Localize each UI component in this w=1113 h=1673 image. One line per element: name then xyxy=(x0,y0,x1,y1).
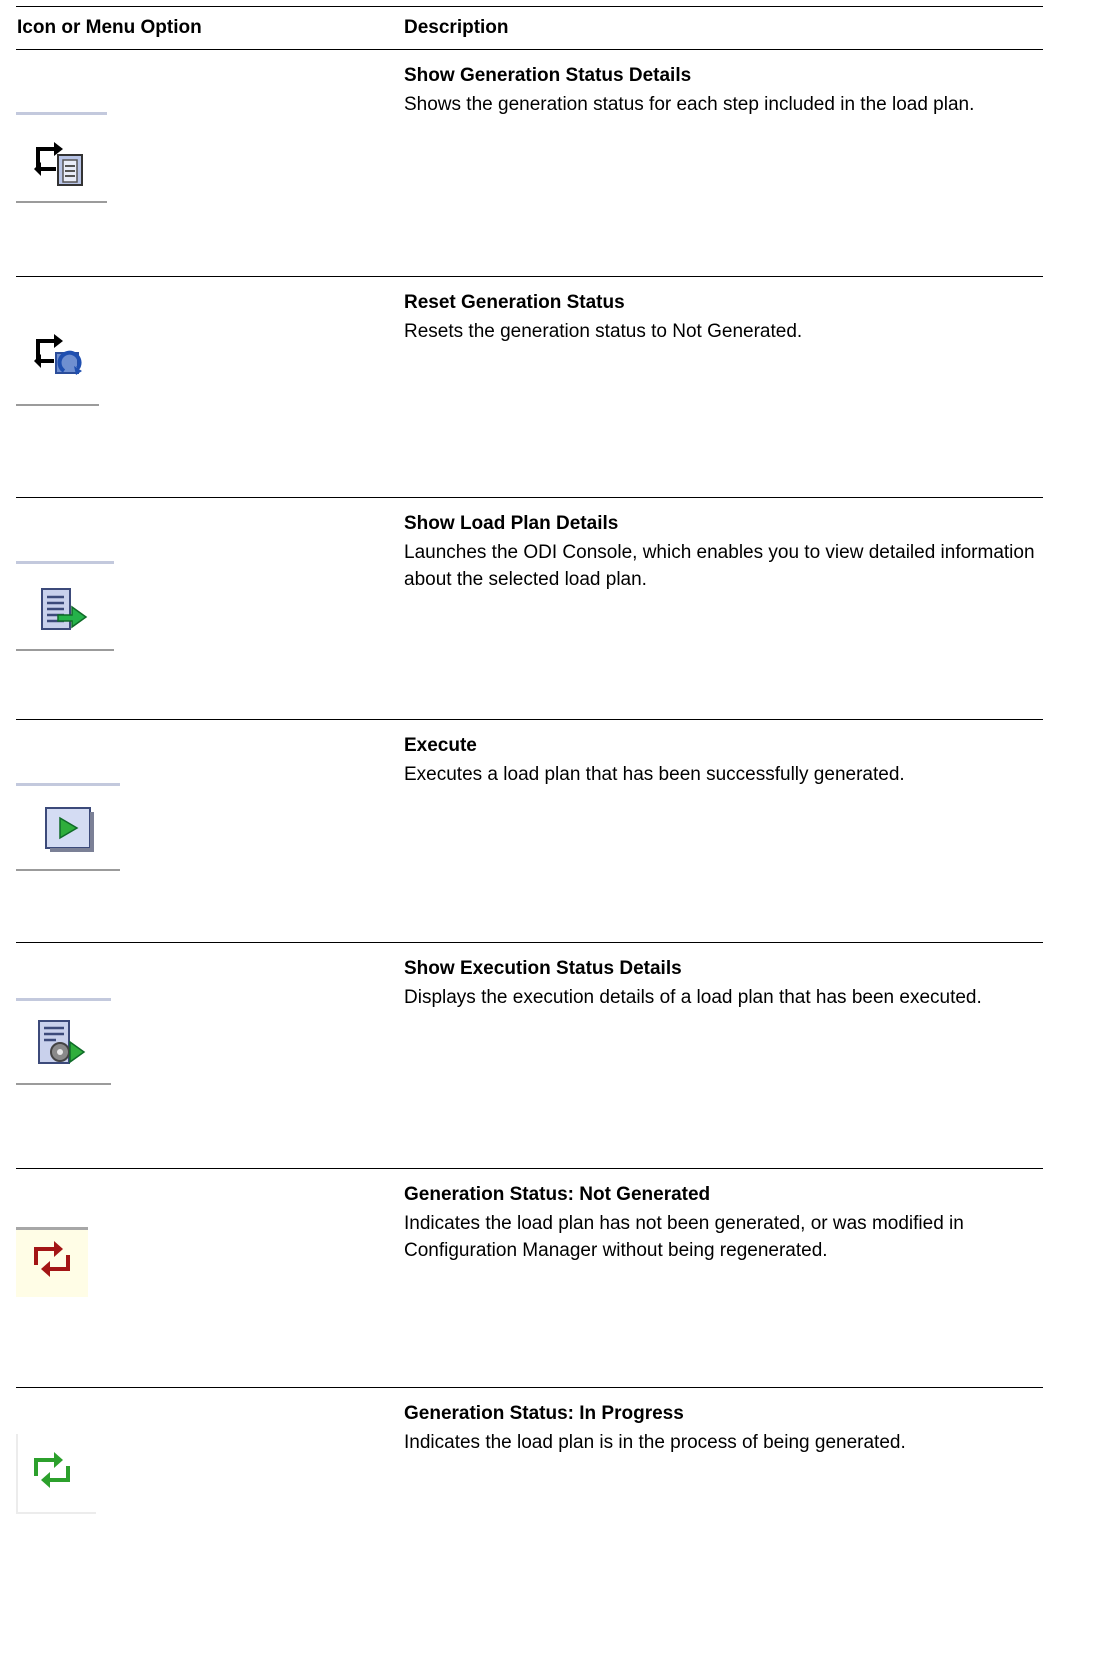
row-title: Show Execution Status Details xyxy=(404,958,682,979)
show-generation-status-details-icon[interactable] xyxy=(32,137,92,187)
icon-cell xyxy=(16,50,404,276)
row-title: Show Load Plan Details xyxy=(404,513,619,534)
description-cell: Generation Status: In Progress Indicates… xyxy=(404,1402,1043,1456)
show-execution-status-details-icon[interactable] xyxy=(36,1018,96,1072)
table-row: Execute Executes a load plan that has be… xyxy=(16,720,1043,943)
description-cell: Show Generation Status Details Shows the… xyxy=(404,64,1043,118)
row-title: Execute xyxy=(404,735,477,756)
description-cell: Generation Status: Not Generated Indicat… xyxy=(404,1183,1043,1264)
table-row: Show Execution Status Details Displays t… xyxy=(16,943,1043,1169)
icon-description-table: Icon or Menu Option Description Show Gen… xyxy=(16,6,1043,1634)
row-description: Indicates the load plan is in the proces… xyxy=(404,1432,906,1453)
row-title: Show Generation Status Details xyxy=(404,65,692,86)
generation-status-not-generated-icon xyxy=(34,1241,70,1277)
row-description: Shows the generation status for each ste… xyxy=(404,94,975,115)
row-description: Displays the execution details of a load… xyxy=(404,987,982,1008)
description-cell: Show Execution Status Details Displays t… xyxy=(404,957,1043,1011)
row-description: Resets the generation status to Not Gene… xyxy=(404,321,803,342)
table-row: Generation Status: In Progress Indicates… xyxy=(16,1388,1043,1634)
table-row: Generation Status: Not Generated Indicat… xyxy=(16,1169,1043,1388)
row-title: Reset Generation Status xyxy=(404,292,625,313)
icon-cell xyxy=(16,720,404,942)
row-description: Indicates the load plan has not been gen… xyxy=(404,1213,964,1261)
generation-status-in-progress-icon xyxy=(34,1452,70,1488)
description-cell: Reset Generation Status Resets the gener… xyxy=(404,291,1043,345)
icon-cell xyxy=(16,1388,404,1634)
icon-cell xyxy=(16,943,404,1168)
icon-cell xyxy=(16,1169,404,1387)
header-description-column: Description xyxy=(404,17,509,38)
table-row: Show Load Plan Details Launches the ODI … xyxy=(16,498,1043,720)
table-row: Reset Generation Status Resets the gener… xyxy=(16,277,1043,498)
row-title: Generation Status: In Progress xyxy=(404,1403,684,1424)
execute-icon[interactable] xyxy=(43,805,99,855)
header-icon-column: Icon or Menu Option xyxy=(17,17,202,38)
icon-cell xyxy=(16,498,404,719)
table-row: Show Generation Status Details Shows the… xyxy=(16,50,1043,277)
row-description: Launches the ODI Console, which enables … xyxy=(404,542,1035,590)
description-cell: Show Load Plan Details Launches the ODI … xyxy=(404,512,1043,593)
table-header: Icon or Menu Option Description xyxy=(16,6,1043,50)
reset-generation-status-icon[interactable] xyxy=(32,331,92,381)
description-cell: Execute Executes a load plan that has be… xyxy=(404,734,1043,788)
row-description: Executes a load plan that has been succe… xyxy=(404,764,905,785)
show-load-plan-details-icon[interactable] xyxy=(38,585,98,635)
icon-cell xyxy=(16,277,404,497)
row-title: Generation Status: Not Generated xyxy=(404,1184,711,1205)
